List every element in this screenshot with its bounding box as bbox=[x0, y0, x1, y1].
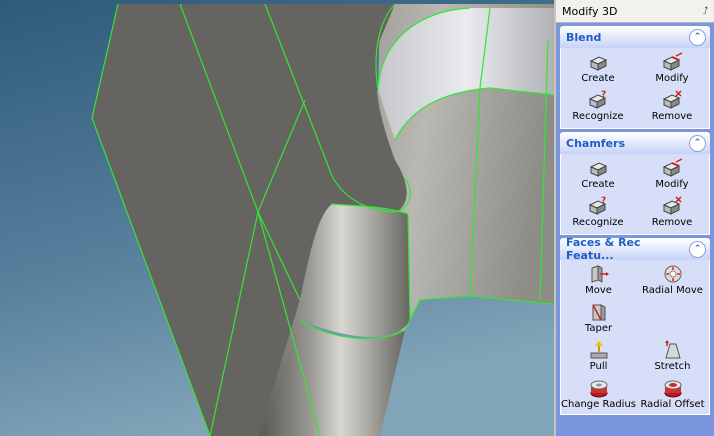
chamfer-remove-button[interactable]: Remove bbox=[635, 194, 709, 232]
tool-label: Create bbox=[581, 73, 615, 84]
tool-label: Modify bbox=[655, 179, 689, 190]
blend-recognize-button[interactable]: ? Recognize bbox=[561, 88, 635, 126]
blend-remove-icon bbox=[662, 90, 682, 109]
tool-label: Remove bbox=[651, 111, 693, 122]
group-title: Faces & Rec Featu... bbox=[566, 236, 641, 262]
move-face-icon bbox=[591, 265, 609, 283]
tool-label: Remove bbox=[651, 217, 693, 228]
chamfer-modify-icon bbox=[662, 158, 683, 177]
group-chamfers: Chamfers ⌃ Create Modify ? Recognize Rem… bbox=[560, 132, 710, 235]
tool-label: Stretch bbox=[654, 361, 691, 372]
tool-label: Taper bbox=[584, 323, 613, 334]
radial-move-icon bbox=[664, 265, 681, 283]
tool-label: Recognize bbox=[572, 217, 624, 228]
stretch-icon bbox=[664, 340, 681, 359]
tool-label: Modify bbox=[655, 73, 689, 84]
stretch-button[interactable]: Stretch bbox=[636, 338, 709, 376]
chamfer-modify-button[interactable]: Modify bbox=[635, 156, 709, 194]
chamfer-recognize-icon: ? bbox=[588, 196, 606, 215]
tool-label: Pull bbox=[589, 361, 608, 372]
blend-create-button[interactable]: Create bbox=[561, 50, 635, 88]
taper-button[interactable]: Taper bbox=[561, 300, 636, 338]
collapse-icon[interactable]: ⌃ bbox=[689, 134, 706, 152]
group-title: Chamfers bbox=[566, 136, 626, 150]
blend-remove-button[interactable]: Remove bbox=[635, 88, 709, 126]
panel-title: Modify 3D bbox=[562, 4, 618, 18]
chamfer-remove-icon bbox=[662, 196, 682, 215]
radial-offset-icon bbox=[664, 380, 681, 398]
pull-button[interactable]: Pull bbox=[561, 338, 636, 376]
change-radius-button[interactable]: Change Radius bbox=[561, 376, 636, 414]
empty-slot bbox=[636, 300, 709, 338]
group-title: Blend bbox=[566, 30, 602, 44]
blend-create-icon bbox=[589, 56, 608, 71]
blend-modify-button[interactable]: Modify bbox=[635, 50, 709, 88]
tool-label: Move bbox=[585, 285, 612, 296]
move-face-button[interactable]: Move bbox=[561, 262, 636, 300]
3d-viewport[interactable] bbox=[0, 0, 554, 436]
blend-modify-icon bbox=[662, 52, 683, 71]
chamfer-recognize-button[interactable]: ? Recognize bbox=[561, 194, 635, 232]
group-header-chamfers[interactable]: Chamfers ⌃ bbox=[560, 132, 710, 154]
group-header-faces[interactable]: Faces & Rec Featu... ⌃ bbox=[560, 236, 710, 262]
group-blend: Blend ⌃ Create Modify ? Recognize Remove bbox=[560, 26, 710, 129]
svg-text:?: ? bbox=[601, 196, 606, 206]
radial-offset-button[interactable]: Radial Offset bbox=[636, 376, 709, 414]
model-canvas[interactable] bbox=[0, 0, 554, 436]
group-faces-rec-features: Faces & Rec Featu... ⌃ Move Radial Move … bbox=[560, 236, 710, 415]
chamfer-create-button[interactable]: Create bbox=[561, 156, 635, 194]
svg-text:?: ? bbox=[601, 90, 606, 100]
panel-titlebar: Modify 3D ⭜ bbox=[556, 0, 714, 23]
chamfer-create-icon bbox=[589, 162, 608, 177]
collapse-icon[interactable]: ⌃ bbox=[689, 240, 706, 258]
modify-3d-panel: Modify 3D ⭜ Blend ⌃ Create Modify ? Reco… bbox=[554, 0, 714, 436]
change-radius-icon bbox=[590, 380, 607, 398]
tool-label: Create bbox=[581, 179, 615, 190]
tool-label: Change Radius bbox=[561, 399, 636, 410]
collapse-icon[interactable]: ⌃ bbox=[689, 28, 706, 46]
pin-icon[interactable]: ⭜ bbox=[703, 6, 708, 17]
taper-icon bbox=[591, 304, 605, 321]
blend-recognize-icon: ? bbox=[588, 90, 606, 109]
tool-label: Radial Move bbox=[642, 285, 703, 296]
radial-move-button[interactable]: Radial Move bbox=[636, 262, 709, 300]
group-header-blend[interactable]: Blend ⌃ bbox=[560, 26, 710, 48]
pull-icon bbox=[590, 341, 607, 359]
tool-label: Recognize bbox=[572, 111, 624, 122]
tool-label: Radial Offset bbox=[640, 399, 705, 410]
